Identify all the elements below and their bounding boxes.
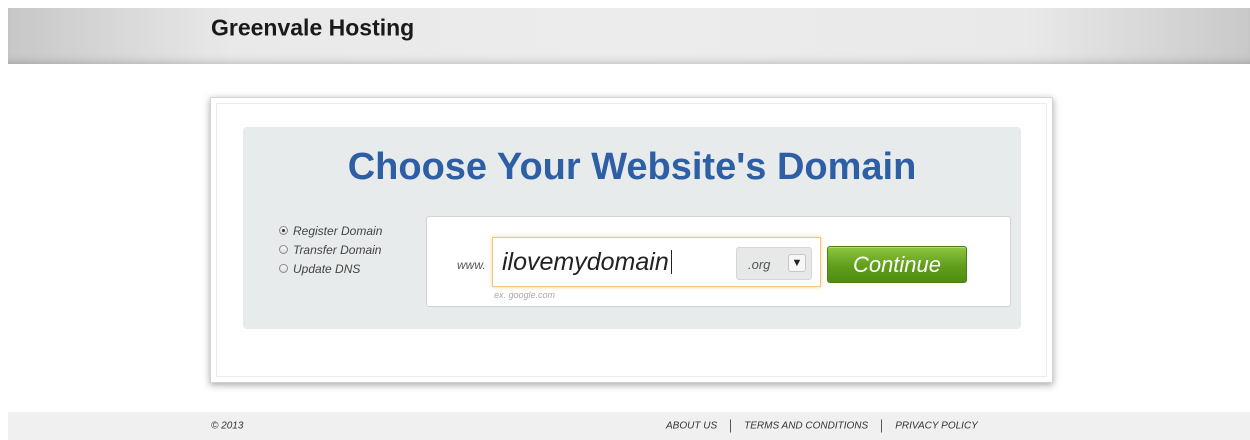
site-header xyxy=(8,8,1250,64)
site-footer xyxy=(8,412,1250,440)
domain-input-wrapper[interactable]: .org ▼ xyxy=(492,237,821,287)
domain-input[interactable] xyxy=(502,247,732,277)
register-domain-radio[interactable] xyxy=(279,226,288,235)
copyright: © 2013 xyxy=(211,420,244,432)
footer-nav: ABOUT US TERMS AND CONDITIONS PRIVACY PO… xyxy=(666,419,978,433)
footer-link-terms[interactable]: TERMS AND CONDITIONS xyxy=(744,421,868,432)
chevron-down-icon[interactable]: ▼ xyxy=(788,254,806,272)
footer-link-about-us[interactable]: ABOUT US xyxy=(666,421,717,432)
transfer-domain-radio[interactable] xyxy=(279,245,288,254)
www-prefix: www. xyxy=(457,258,486,272)
option-label: Update DNS xyxy=(293,261,361,276)
option-transfer-domain[interactable]: Transfer Domain xyxy=(279,240,382,259)
page-title: Choose Your Website's Domain xyxy=(347,146,917,188)
domain-action-options: Register Domain Transfer Domain Update D… xyxy=(279,221,382,278)
footer-divider xyxy=(881,419,883,433)
tld-select[interactable]: .org ▼ xyxy=(736,247,812,280)
option-label: Register Domain xyxy=(293,223,383,238)
text-caret xyxy=(671,250,672,274)
footer-link-privacy[interactable]: PRIVACY POLICY xyxy=(895,421,978,432)
option-update-dns[interactable]: Update DNS xyxy=(279,259,382,278)
option-label: Transfer Domain xyxy=(293,242,382,257)
domain-hint: ex. google.com xyxy=(494,290,556,300)
tld-selected-value: .org xyxy=(748,257,771,272)
continue-button[interactable]: Continue xyxy=(827,246,967,283)
site-logo-text[interactable]: Greenvale Hosting xyxy=(211,16,414,40)
update-dns-radio[interactable] xyxy=(279,264,288,273)
footer-divider xyxy=(730,419,732,433)
option-register-domain[interactable]: Register Domain xyxy=(279,221,382,240)
